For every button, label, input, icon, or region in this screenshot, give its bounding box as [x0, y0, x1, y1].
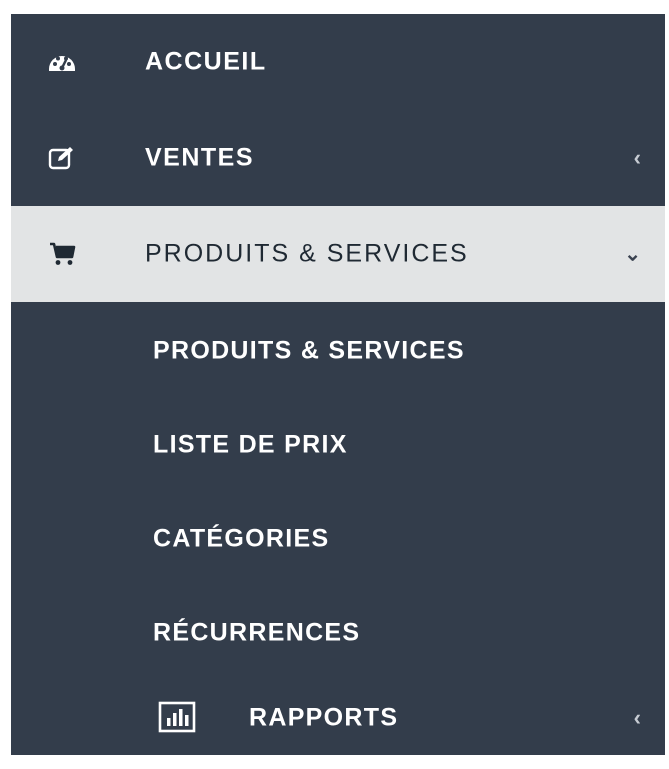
sidebar-item-ventes[interactable]: VENTES ‹ [11, 110, 665, 206]
submenu-item-label: CATÉGORIES [153, 524, 330, 553]
dashboard-icon [44, 44, 80, 80]
sidebar-item-label: PRODUITS & SERVICES [145, 239, 469, 268]
submenu-item-categories[interactable]: CATÉGORIES [11, 492, 665, 586]
submenu-item-produits-services[interactable]: PRODUITS & SERVICES [11, 304, 665, 398]
submenu-item-label: LISTE DE PRIX [153, 430, 348, 459]
chevron-left-icon: ‹ [633, 704, 641, 730]
sidebar-item-produits-services[interactable]: PRODUITS & SERVICES ⌄ [11, 206, 665, 302]
sidebar: ACCUEIL VENTES ‹ PRODUITS & SERVICES ⌄ P… [11, 14, 665, 755]
submenu-item-liste-de-prix[interactable]: LISTE DE PRIX [11, 398, 665, 492]
sidebar-item-label: VENTES [145, 143, 255, 172]
submenu-item-rapports[interactable]: RAPPORTS ‹ [11, 680, 665, 755]
edit-icon [44, 140, 80, 176]
cart-icon [44, 236, 80, 272]
submenu-item-label: RÉCURRENCES [153, 618, 361, 647]
sidebar-item-accueil[interactable]: ACCUEIL [11, 14, 665, 110]
chevron-down-icon: ⌄ [624, 243, 641, 266]
submenu-item-label: PRODUITS & SERVICES [153, 336, 465, 365]
bar-chart-icon [158, 701, 198, 735]
submenu-item-recurrences[interactable]: RÉCURRENCES [11, 586, 665, 680]
chevron-left-icon: ‹ [633, 145, 641, 170]
submenu-item-label: RAPPORTS [249, 703, 399, 731]
sidebar-item-label: ACCUEIL [145, 47, 267, 76]
